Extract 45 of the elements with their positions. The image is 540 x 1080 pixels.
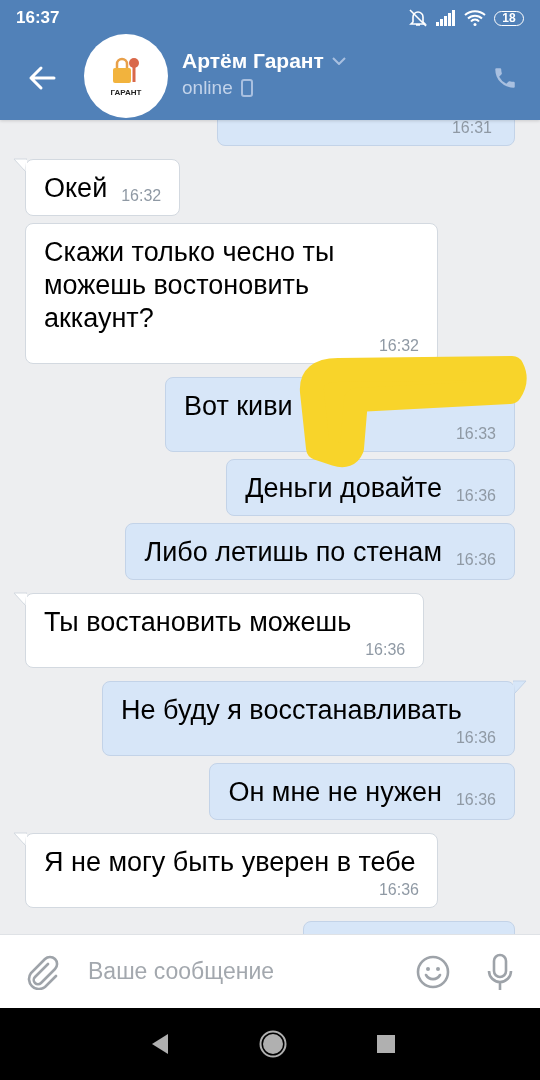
message-time: 16:32 (121, 186, 162, 206)
back-icon[interactable] (151, 1033, 169, 1055)
back-arrow-icon[interactable] (28, 64, 56, 92)
phone-device-icon (240, 79, 253, 97)
padlock-key-icon (111, 55, 141, 86)
message-time: 16:33 (454, 424, 496, 444)
message-time: 16:36 (377, 880, 419, 900)
message-time: 16:36 (454, 728, 496, 748)
message-bubble[interactable]: Я не могу быть уверен в тебе 16:36 (25, 833, 438, 908)
attach-icon[interactable] (26, 953, 60, 990)
online-status: online (182, 77, 233, 99)
message-text: Он мне не нужен (228, 776, 442, 809)
home-icon[interactable] (259, 1030, 287, 1058)
message-bubble[interactable]: Деньги довайте 16:36 (226, 459, 515, 516)
message-text: Окей (44, 172, 108, 205)
call-icon[interactable] (492, 65, 518, 91)
message-bubble[interactable]: Либо летишь по стенам 16:36 (125, 523, 515, 580)
message-bubble[interactable]: Окей 16:32 (25, 159, 181, 216)
message-time: 16:36 (364, 640, 406, 660)
signal-icon (436, 10, 456, 26)
message-text: Либо летишь по стенам (144, 536, 442, 569)
message-bubble[interactable]: Скажи только чесно ты можешь востоновить аккаунт? 16:32 (25, 223, 438, 364)
avatar-label: ГАРАНТ (110, 87, 142, 97)
message-text: Я не могу быть уверен в тебе (44, 846, 416, 879)
message-text: Вот киви (184, 390, 293, 423)
message-time: 16:36 (455, 550, 496, 570)
message-text: Ты востановить можешь (44, 606, 352, 639)
message-text: Не буду я восстанавливать (121, 694, 462, 727)
smiley-icon[interactable] (416, 954, 450, 989)
avatar[interactable]: ГАРАНТ (84, 34, 168, 118)
message-bubble[interactable]: Он мне не нужен 16:36 (209, 763, 515, 820)
chevron-down-icon[interactable] (331, 57, 346, 65)
message-bubble[interactable]: Ты востановить можешь 16:36 (25, 593, 425, 668)
message-bubble[interactable]: Не буду я восстанавливать 16:36 (102, 681, 515, 756)
status-time: 16:37 (16, 8, 60, 28)
contact-name[interactable]: Артём Гарант (182, 49, 324, 73)
wifi-icon (464, 10, 486, 26)
message-time: 16:31 (451, 120, 492, 138)
microphone-icon[interactable] (486, 952, 514, 991)
message-text: Скажи только чесно ты можешь востоновить аккаунт? (44, 236, 336, 335)
message-text: Деньги довайте (245, 472, 442, 505)
muted-bell-icon (408, 8, 428, 28)
message-time: 16:36 (455, 486, 496, 506)
message-time: 16:32 (377, 336, 419, 356)
message-time: 16:36 (455, 790, 496, 810)
